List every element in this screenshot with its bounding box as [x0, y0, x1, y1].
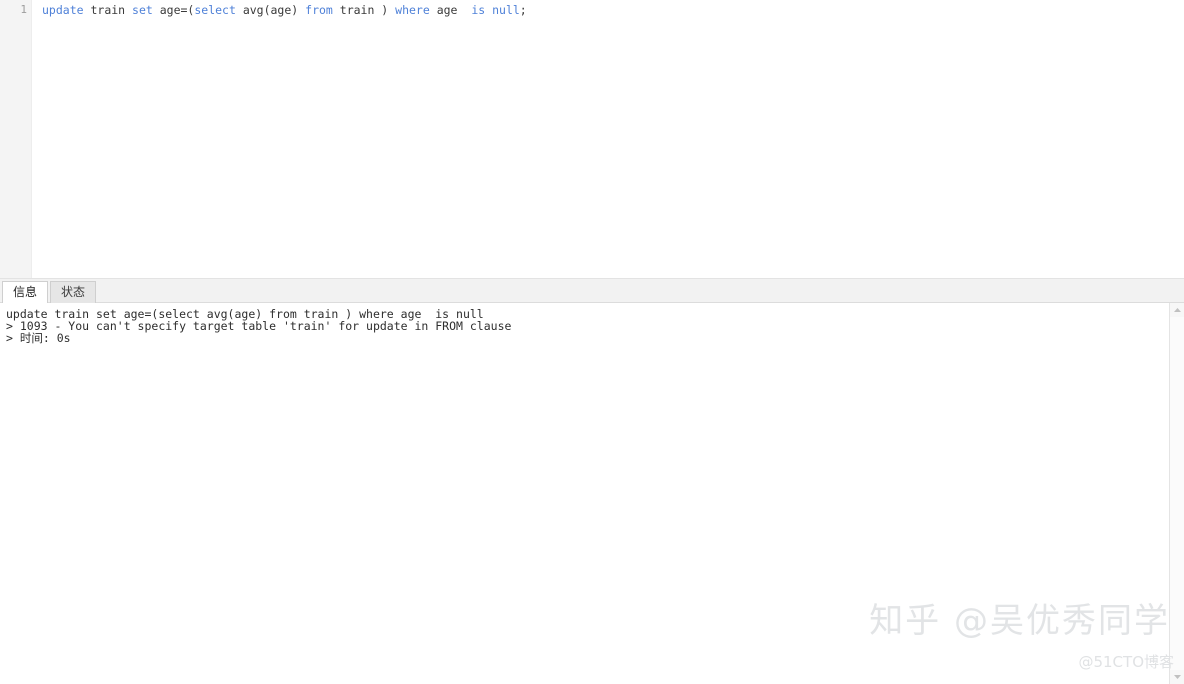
sql-token-keyword: is null — [471, 3, 520, 17]
sql-token-keyword: update — [42, 3, 84, 17]
results-vertical-scrollbar[interactable] — [1169, 303, 1184, 684]
sql-code-area[interactable]: update train set age=(select avg(age) fr… — [32, 0, 1184, 278]
scroll-down-icon[interactable] — [1170, 670, 1184, 684]
sql-token-keyword: where — [395, 3, 430, 17]
sql-token-text: ; — [519, 3, 527, 17]
tab-info[interactable]: 信息 — [2, 281, 49, 303]
scroll-up-icon[interactable] — [1170, 303, 1184, 317]
tab-info-label: 信息 — [13, 285, 38, 299]
sql-token-keyword: from — [305, 3, 333, 17]
sql-token-text: train ) — [332, 3, 396, 17]
result-line-error: > 1093 - You can't specify target table … — [6, 319, 512, 333]
scroll-track[interactable] — [1170, 317, 1184, 670]
results-pane: update train set age=(select avg(age) fr… — [0, 303, 1184, 684]
result-line-time: > 时间: 0s — [6, 331, 71, 345]
line-number: 1 — [20, 3, 27, 16]
sql-editor-pane: 1 update train set age=(select avg(age) … — [0, 0, 1184, 278]
sql-token-text: train — [83, 3, 133, 17]
tab-status-label: 状态 — [61, 285, 86, 299]
sql-token-text: avg(age) — [235, 3, 306, 17]
sql-token-text: age=( — [152, 3, 195, 17]
tab-status[interactable]: 状态 — [50, 281, 97, 303]
results-output-text[interactable]: update train set age=(select avg(age) fr… — [0, 303, 1169, 684]
sql-token-keyword: select — [194, 3, 236, 17]
sql-token-keyword: set — [132, 3, 153, 17]
sql-token-text: age — [429, 3, 472, 17]
results-tabstrip: 信息 状态 — [0, 279, 1184, 303]
sql-statement-line[interactable]: update train set age=(select avg(age) fr… — [42, 3, 1184, 17]
line-number-gutter: 1 — [0, 0, 32, 278]
sql-editor-window: 1 update train set age=(select avg(age) … — [0, 0, 1184, 684]
